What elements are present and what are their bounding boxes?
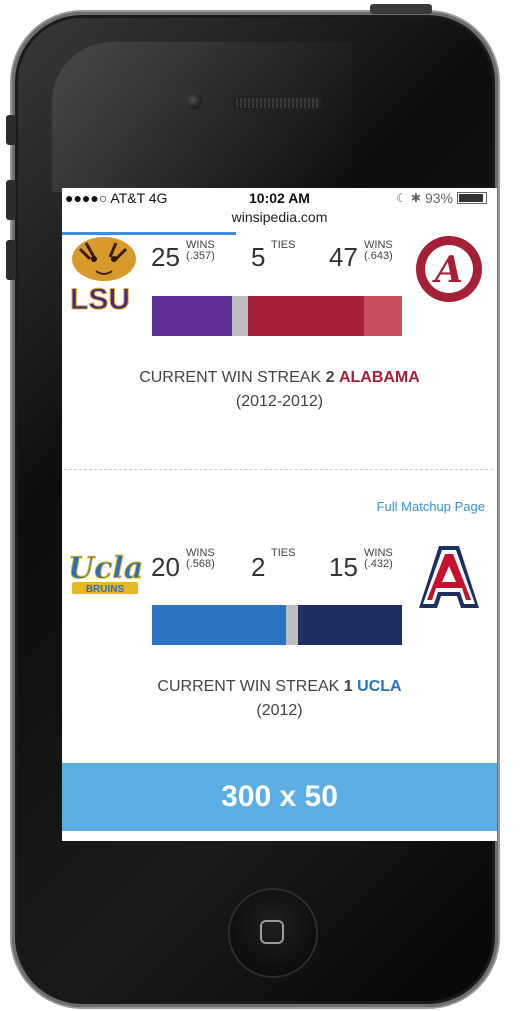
right-wins-bar-highlight — [364, 296, 402, 336]
earpiece-speaker — [232, 96, 322, 110]
battery-icon — [457, 192, 487, 204]
ties-bar — [232, 296, 248, 336]
mute-switch — [6, 115, 16, 145]
status-right: ☾ ✱ 93% — [396, 190, 487, 206]
bluetooth-icon: ✱ — [410, 191, 421, 205]
ties-label: TIES — [271, 239, 296, 251]
svg-text:LSU: LSU — [70, 283, 130, 313]
svg-text:A: A — [432, 249, 463, 291]
lsu-logo: LSU — [70, 237, 136, 313]
ties-count: 2 — [251, 552, 266, 582]
front-camera — [186, 93, 202, 109]
right-wins-count: 47 — [329, 242, 358, 272]
left-wins-bar — [152, 296, 232, 336]
address-bar-url[interactable]: winsipedia.com — [62, 209, 497, 225]
home-icon — [260, 920, 284, 944]
win-streak-dates: (2012) — [256, 702, 303, 719]
volume-up-button — [6, 180, 16, 220]
win-streak-dates: (2012-2012) — [235, 393, 324, 410]
home-button[interactable] — [230, 890, 316, 976]
right-wins-label: WINS (.643) — [364, 239, 393, 262]
svg-text:BRUINS: BRUINS — [86, 584, 125, 595]
ties-count: 5 — [251, 242, 266, 272]
volume-down-button — [6, 240, 16, 280]
left-wins-count: 20 — [151, 552, 180, 582]
moon-icon: ☾ — [396, 191, 407, 205]
full-matchup-link[interactable]: Full Matchup Page — [377, 499, 485, 514]
ucla-logo: Ucla BRUINS — [68, 551, 144, 596]
right-wins-count: 15 — [329, 552, 358, 582]
svg-text:Ucla: Ucla — [68, 551, 143, 586]
matchup-divider — [64, 469, 493, 470]
win-streak-line: CURRENT WIN STREAK 1 UCLA — [157, 678, 402, 695]
ad-banner[interactable]: 300 x 50 — [62, 763, 497, 831]
ties-bar — [286, 605, 298, 645]
right-wins-label: WINS (.432) — [364, 547, 393, 570]
right-wins-bar — [248, 296, 364, 336]
right-wins-bar — [298, 605, 402, 645]
power-button — [370, 4, 432, 14]
left-wins-bar — [152, 605, 286, 645]
left-wins-label: WINS (.357) — [186, 239, 215, 262]
ties-label: TIES — [271, 547, 296, 559]
left-wins-label: WINS (.568) — [186, 547, 215, 570]
left-wins-count: 25 — [151, 242, 180, 272]
status-bar: ●●●●○ AT&T 4G 10:02 AM ☾ ✱ 93% — [62, 188, 497, 210]
alabama-logo: A — [416, 236, 482, 302]
win-streak-line: CURRENT WIN STREAK 2 ALABAMA — [139, 369, 420, 386]
arizona-logo — [419, 546, 479, 608]
screen: ●●●●○ AT&T 4G 10:02 AM ☾ ✱ 93% winsipedi… — [62, 188, 497, 841]
phone-shine — [52, 42, 352, 192]
battery-percent: 93% — [424, 190, 453, 206]
